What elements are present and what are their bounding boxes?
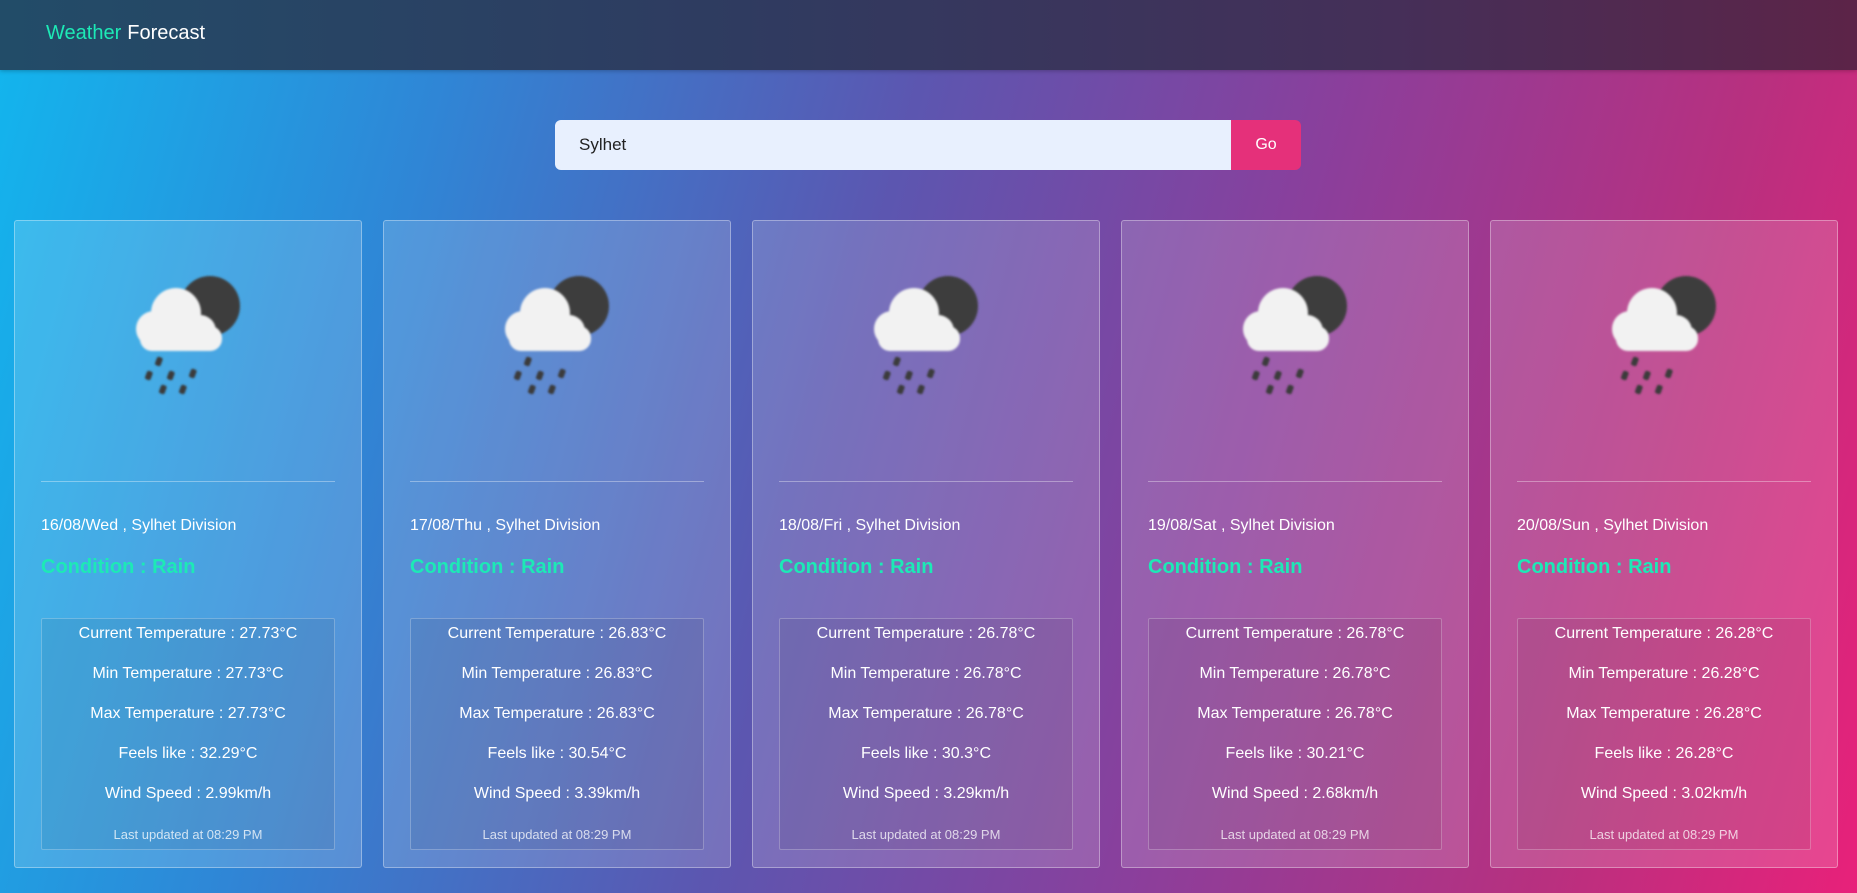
forecast-date: 17/08/Thu , Sylhet Division xyxy=(410,517,601,534)
wind-speed: Wind Speed : 3.29km/h xyxy=(842,785,1010,802)
max-temperature: Max Temperature : 26.78°C xyxy=(828,705,1024,722)
city-search-input[interactable]: Sylhet xyxy=(555,120,1231,170)
forecast-card: 19/08/Sat , Sylhet Division Condition : … xyxy=(1121,220,1469,868)
current-temperature: Current Temperature : 26.78°C xyxy=(816,625,1036,642)
condition-label: Condition : Rain xyxy=(779,556,934,578)
wind-speed: Wind Speed : 3.39km/h xyxy=(473,785,641,802)
max-temperature: Max Temperature : 26.28°C xyxy=(1566,705,1762,722)
divider xyxy=(1517,481,1811,482)
feels-like: Feels like : 26.28°C xyxy=(1594,745,1734,762)
forecast-date: 16/08/Wed , Sylhet Division xyxy=(41,517,237,534)
forecast-card: 16/08/Wed , Sylhet Division Condition : … xyxy=(14,220,362,868)
rain-cloud-moon-icon xyxy=(384,271,730,401)
weather-details: Current Temperature : 26.78°C Min Temper… xyxy=(1148,618,1442,850)
navbar: Weather Forecast xyxy=(0,0,1857,70)
condition-label: Condition : Rain xyxy=(1517,556,1672,578)
feels-like: Feels like : 30.21°C xyxy=(1225,745,1365,762)
min-temperature: Min Temperature : 26.78°C xyxy=(1199,665,1391,682)
max-temperature: Max Temperature : 26.78°C xyxy=(1197,705,1393,722)
divider xyxy=(41,481,335,482)
last-updated: Last updated at 08:29 PM xyxy=(851,827,1001,842)
weather-details: Current Temperature : 27.73°C Min Temper… xyxy=(41,618,335,850)
min-temperature: Min Temperature : 26.83°C xyxy=(461,665,653,682)
divider xyxy=(1148,481,1442,482)
condition-label: Condition : Rain xyxy=(1148,556,1303,578)
current-temperature: Current Temperature : 26.83°C xyxy=(447,625,667,642)
condition-label: Condition : Rain xyxy=(410,556,565,578)
forecast-date: 20/08/Sun , Sylhet Division xyxy=(1517,517,1709,534)
feels-like: Feels like : 32.29°C xyxy=(118,745,258,762)
forecast-date: 18/08/Fri , Sylhet Division xyxy=(779,517,961,534)
last-updated: Last updated at 08:29 PM xyxy=(1220,827,1370,842)
last-updated: Last updated at 08:29 PM xyxy=(1589,827,1739,842)
rain-cloud-moon-icon xyxy=(1491,271,1837,401)
current-temperature: Current Temperature : 27.73°C xyxy=(78,625,298,642)
max-temperature: Max Temperature : 27.73°C xyxy=(90,705,286,722)
search-bar: Sylhet Go xyxy=(555,120,1301,170)
forecast-card: 18/08/Fri , Sylhet Division Condition : … xyxy=(752,220,1100,868)
forecast-cards: 16/08/Wed , Sylhet Division Condition : … xyxy=(14,220,1844,870)
weather-details: Current Temperature : 26.78°C Min Temper… xyxy=(779,618,1073,850)
condition-label: Condition : Rain xyxy=(41,556,196,578)
forecast-card: 20/08/Sun , Sylhet Division Condition : … xyxy=(1490,220,1838,868)
wind-speed: Wind Speed : 2.99km/h xyxy=(104,785,272,802)
current-temperature: Current Temperature : 26.78°C xyxy=(1185,625,1405,642)
max-temperature: Max Temperature : 26.83°C xyxy=(459,705,655,722)
rain-cloud-moon-icon xyxy=(1122,271,1468,401)
brand-weather: Weather xyxy=(46,22,122,44)
divider xyxy=(779,481,1073,482)
go-button[interactable]: Go xyxy=(1231,120,1301,170)
rain-cloud-moon-icon xyxy=(753,271,1099,401)
rain-cloud-moon-icon xyxy=(15,271,361,401)
divider xyxy=(410,481,704,482)
last-updated: Last updated at 08:29 PM xyxy=(113,827,263,842)
forecast-date: 19/08/Sat , Sylhet Division xyxy=(1148,517,1335,534)
min-temperature: Min Temperature : 26.78°C xyxy=(830,665,1022,682)
brand-forecast: Forecast xyxy=(127,22,206,44)
last-updated: Last updated at 08:29 PM xyxy=(482,827,632,842)
forecast-card: 17/08/Thu , Sylhet Division Condition : … xyxy=(383,220,731,868)
feels-like: Feels like : 30.3°C xyxy=(860,745,991,762)
feels-like: Feels like : 30.54°C xyxy=(487,745,627,762)
wind-speed: Wind Speed : 2.68km/h xyxy=(1211,785,1379,802)
brand-logo[interactable]: Weather Forecast xyxy=(46,22,205,45)
min-temperature: Min Temperature : 27.73°C xyxy=(92,665,284,682)
weather-details: Current Temperature : 26.83°C Min Temper… xyxy=(410,618,704,850)
wind-speed: Wind Speed : 3.02km/h xyxy=(1580,785,1748,802)
min-temperature: Min Temperature : 26.28°C xyxy=(1568,665,1760,682)
weather-details: Current Temperature : 26.28°C Min Temper… xyxy=(1517,618,1811,850)
current-temperature: Current Temperature : 26.28°C xyxy=(1554,625,1774,642)
